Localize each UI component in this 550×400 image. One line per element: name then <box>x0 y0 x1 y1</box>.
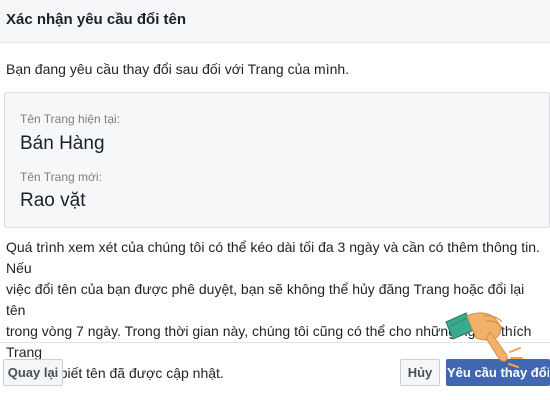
dialog-header: Xác nhận yêu cầu đổi tên <box>0 0 550 43</box>
cancel-button[interactable]: Hủy <box>400 359 440 386</box>
back-button[interactable]: Quay lại <box>3 359 63 386</box>
pointing-hand-icon <box>445 312 523 368</box>
current-name-label: Tên Trang hiện tại: <box>20 112 121 126</box>
new-name-label: Tên Trang mới: <box>20 170 102 184</box>
current-name-value: Bán Hàng <box>20 133 105 154</box>
new-name-value: Rao vặt <box>20 190 86 211</box>
intro-text: Bạn đang yêu cầu thay đổi sau đối với Tr… <box>6 61 350 77</box>
dialog-title: Xác nhận yêu cầu đổi tên <box>6 11 187 28</box>
notice-line: Quá trình xem xét của chúng tôi có thể k… <box>6 239 540 276</box>
rename-confirm-dialog: Xác nhận yêu cầu đổi tên Bạn đang yêu cầ… <box>0 0 550 400</box>
name-change-box: Tên Trang hiện tại: Bán Hàng Tên Trang m… <box>4 92 550 228</box>
